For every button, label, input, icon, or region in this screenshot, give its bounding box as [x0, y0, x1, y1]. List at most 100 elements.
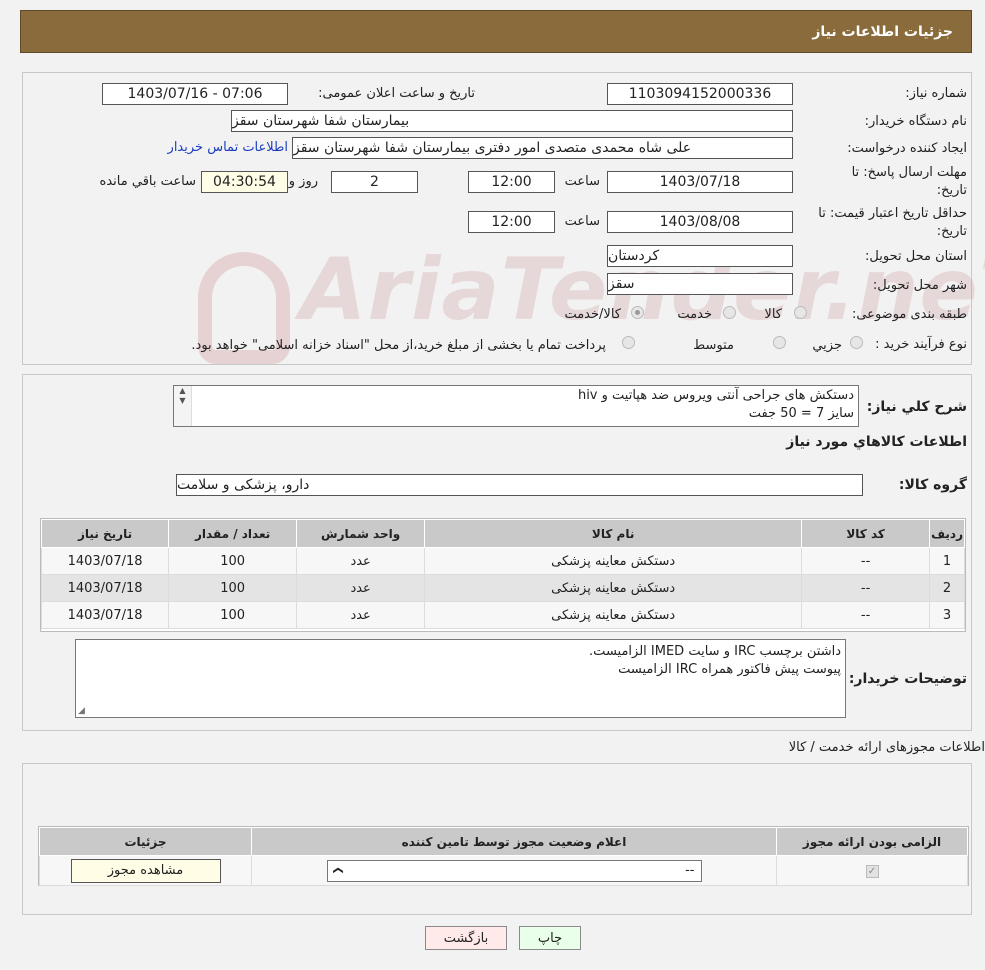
need-number-field: 1103094152000336 — [607, 83, 793, 105]
purchase-radio-medium[interactable] — [773, 336, 786, 349]
requester-label: ایجاد کننده درخواست: — [847, 141, 967, 156]
category-option-goods-service: کالا/خدمت — [564, 307, 621, 322]
deadline-label: مهلت ارسال پاسخ: تا — [851, 165, 967, 180]
deadline-label-2: تاریخ: — [936, 183, 967, 198]
city-label: شهر محل تحویل: — [872, 278, 967, 293]
col-unit: واحد شمارش — [296, 519, 426, 548]
cell-row: 2 — [929, 574, 965, 602]
announce-label: تاریخ و ساعت اعلان عمومی: — [318, 86, 475, 101]
page-title: جزئیات اطلاعات نیاز — [812, 23, 953, 40]
validity-label: حداقل تاریخ اعتبار قیمت: تا — [818, 206, 967, 221]
goods-table-wrapper: ردیف کد کالا نام کالا واحد شمارش تعداد /… — [40, 518, 966, 632]
category-option-service: خدمت — [677, 307, 712, 322]
scroll-up-icon[interactable]: ▲ — [174, 386, 191, 396]
licenses-table: الزامی بودن ارائه مجوز اعلام وضعیت مجوز … — [39, 827, 968, 886]
license-status-select[interactable]: -- ❯ — [326, 859, 702, 882]
cell-date: 1403/07/18 — [40, 547, 170, 575]
cell-name: دستکش معاینه پزشکی — [424, 547, 803, 575]
view-license-button[interactable]: مشاهده مجوز — [70, 858, 221, 883]
validity-label-2: تاریخ: — [936, 224, 967, 239]
buyer-org-field: بیمارستان شفا شهرستان سقز — [231, 110, 793, 132]
table-row: 3 -- دستکش معاینه پزشکی عدد 100 1403/07/… — [40, 601, 965, 629]
requester-field: علی شاه محمدی متصدی امور دفتری بیمارستان… — [292, 137, 793, 159]
print-button[interactable]: چاپ — [519, 926, 581, 950]
back-button[interactable]: بازگشت — [425, 926, 507, 950]
deadline-time-field: 12:00 — [468, 171, 555, 193]
buyer-org-label: نام دستگاه خریدار: — [864, 114, 967, 129]
col-row: ردیف — [929, 519, 965, 548]
validity-time-field: 12:00 — [468, 211, 555, 233]
province-field: کردستان — [607, 245, 793, 267]
licenses-table-wrapper: الزامی بودن ارائه مجوز اعلام وضعیت مجوز … — [38, 826, 969, 886]
purchase-type-label: نوع فرآیند خرید : — [875, 337, 967, 352]
licenses-table-header: الزامی بودن ارائه مجوز اعلام وضعیت مجوز … — [39, 827, 968, 856]
table-row: 1 -- دستکش معاینه پزشکی عدد 100 1403/07/… — [40, 547, 965, 575]
validity-date-field: 1403/08/08 — [607, 211, 793, 233]
goods-table: ردیف کد کالا نام کالا واحد شمارش تعداد /… — [40, 519, 965, 629]
col-license-required: الزامی بودن ارائه مجوز — [776, 827, 968, 856]
general-description-label: شرح کلي نیاز: — [866, 399, 967, 415]
cell-qty: 100 — [168, 574, 298, 602]
purchase-option-minor: جزیي — [812, 338, 842, 353]
city-field: سقز — [607, 273, 793, 295]
general-description-line2: سایز 7 = 50 جفت — [748, 406, 854, 421]
announce-field: 1403/07/16 - 07:06 — [102, 83, 288, 105]
cell-code: -- — [801, 574, 931, 602]
deadline-date-field: 1403/07/18 — [607, 171, 793, 193]
need-number-label: شماره نیاز: — [905, 86, 967, 101]
general-description-box[interactable]: دستکش های جراحی آنتی ویروس ضد هپاتیت و h… — [173, 385, 859, 427]
cell-row: 3 — [929, 601, 965, 629]
days-label: روز و — [288, 174, 318, 189]
category-radio-goods-service[interactable] — [631, 306, 644, 319]
category-radio-goods[interactable] — [794, 306, 807, 319]
cell-date: 1403/07/18 — [40, 601, 170, 629]
page-header: جزئیات اطلاعات نیاز — [20, 10, 972, 53]
col-qty: تعداد / مقدار — [168, 519, 298, 548]
goods-group-field: دارو، پزشکی و سلامت — [176, 474, 863, 496]
cell-unit: عدد — [296, 601, 426, 629]
goods-group-label: گروه کالا: — [898, 477, 967, 493]
category-radio-service[interactable] — [723, 306, 736, 319]
col-license-status: اعلام وضعیت مجوز توسط تامین کننده — [251, 827, 777, 856]
purchase-radio-treasury[interactable] — [622, 336, 635, 349]
cell-date: 1403/07/18 — [40, 574, 170, 602]
category-label: طبقه بندی موضوعی: — [851, 307, 967, 322]
purchase-option-medium: متوسط — [693, 338, 734, 353]
col-code: کد کالا — [801, 519, 931, 548]
deadline-time-label: ساعت — [564, 174, 600, 189]
goods-info-title: اطلاعات کالاهاي مورد نیاز — [786, 434, 967, 450]
province-label: استان محل تحویل: — [865, 249, 967, 264]
col-name: نام کالا — [424, 519, 803, 548]
buyer-notes-line1: داشتن برچسب IRC و سایت IMED الزامیست. — [589, 644, 841, 659]
buyer-contact-link[interactable]: اطلاعات تماس خریدار — [168, 140, 288, 155]
time-remaining-field: 04:30:54 — [201, 171, 288, 193]
scroll-down-icon[interactable]: ▼ — [174, 396, 191, 406]
goods-table-header: ردیف کد کالا نام کالا واحد شمارش تعداد /… — [40, 519, 965, 548]
cell-name: دستکش معاینه پزشکی — [424, 601, 803, 629]
license-required-checkbox[interactable]: ✓ — [865, 865, 879, 878]
table-row: 2 -- دستکش معاینه پزشکی عدد 100 1403/07/… — [40, 574, 965, 602]
cell-code: -- — [801, 601, 931, 629]
cell-code: -- — [801, 547, 931, 575]
cell-license-required: ✓ — [776, 855, 968, 886]
buyer-notes-label: توضیحات خریدار: — [848, 671, 967, 687]
cell-qty: 100 — [168, 601, 298, 629]
buyer-notes-box[interactable]: داشتن برچسب IRC و سایت IMED الزامیست. پی… — [75, 639, 846, 718]
category-option-goods: کالا — [764, 307, 782, 322]
cell-unit: عدد — [296, 547, 426, 575]
col-license-details: جزئیات — [39, 827, 252, 856]
cell-name: دستکش معاینه پزشکی — [424, 574, 803, 602]
resize-handle-icon[interactable]: ◢ — [78, 706, 85, 716]
general-description-line1: دستکش های جراحی آنتی ویروس ضد هپاتیت و h… — [577, 388, 854, 403]
table-row: ✓ -- ❯ مشاهده مجوز — [39, 855, 968, 886]
days-remaining-field: 2 — [331, 171, 418, 193]
cell-unit: عدد — [296, 574, 426, 602]
purchase-radio-minor[interactable] — [850, 336, 863, 349]
cell-row: 1 — [929, 547, 965, 575]
purchase-note: پرداخت تمام یا بخشی از مبلغ خرید،از محل … — [191, 338, 606, 353]
cell-qty: 100 — [168, 547, 298, 575]
cell-license-details: مشاهده مجوز — [39, 855, 252, 886]
scrollbar[interactable]: ▲ ▼ — [174, 386, 192, 426]
select-value: -- — [685, 863, 695, 878]
time-remaining-label: ساعت باقي مانده — [99, 174, 196, 189]
